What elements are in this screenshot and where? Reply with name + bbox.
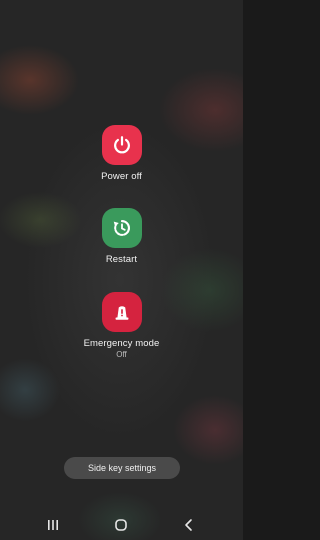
power-menu-screen: Power off Restart Emergency mode Off Sid… xyxy=(0,0,243,540)
navigation-bar xyxy=(0,510,243,540)
restart-icon xyxy=(113,220,130,236)
restart-option[interactable]: Restart xyxy=(0,208,243,265)
emergency-mode-option[interactable]: Emergency mode Off xyxy=(0,292,243,359)
emergency-mode-button[interactable] xyxy=(101,292,142,332)
restart-label: Restart xyxy=(105,254,138,265)
back-button[interactable] xyxy=(179,516,199,534)
emergency-light-icon xyxy=(115,306,128,320)
back-icon xyxy=(185,519,192,531)
home-button[interactable] xyxy=(111,516,131,534)
recents-icon xyxy=(48,520,58,530)
power-off-label: Power off xyxy=(101,171,142,182)
side-key-settings-button[interactable]: Side key settings xyxy=(64,457,180,479)
emergency-mode-label: Emergency mode xyxy=(83,338,160,349)
home-icon xyxy=(115,519,127,531)
power-icon xyxy=(113,136,130,154)
power-off-button[interactable] xyxy=(101,125,142,165)
restart-button[interactable] xyxy=(101,208,142,248)
power-off-option[interactable]: Power off xyxy=(0,125,243,182)
emergency-mode-status: Off xyxy=(116,350,127,359)
recents-button[interactable] xyxy=(43,516,63,534)
